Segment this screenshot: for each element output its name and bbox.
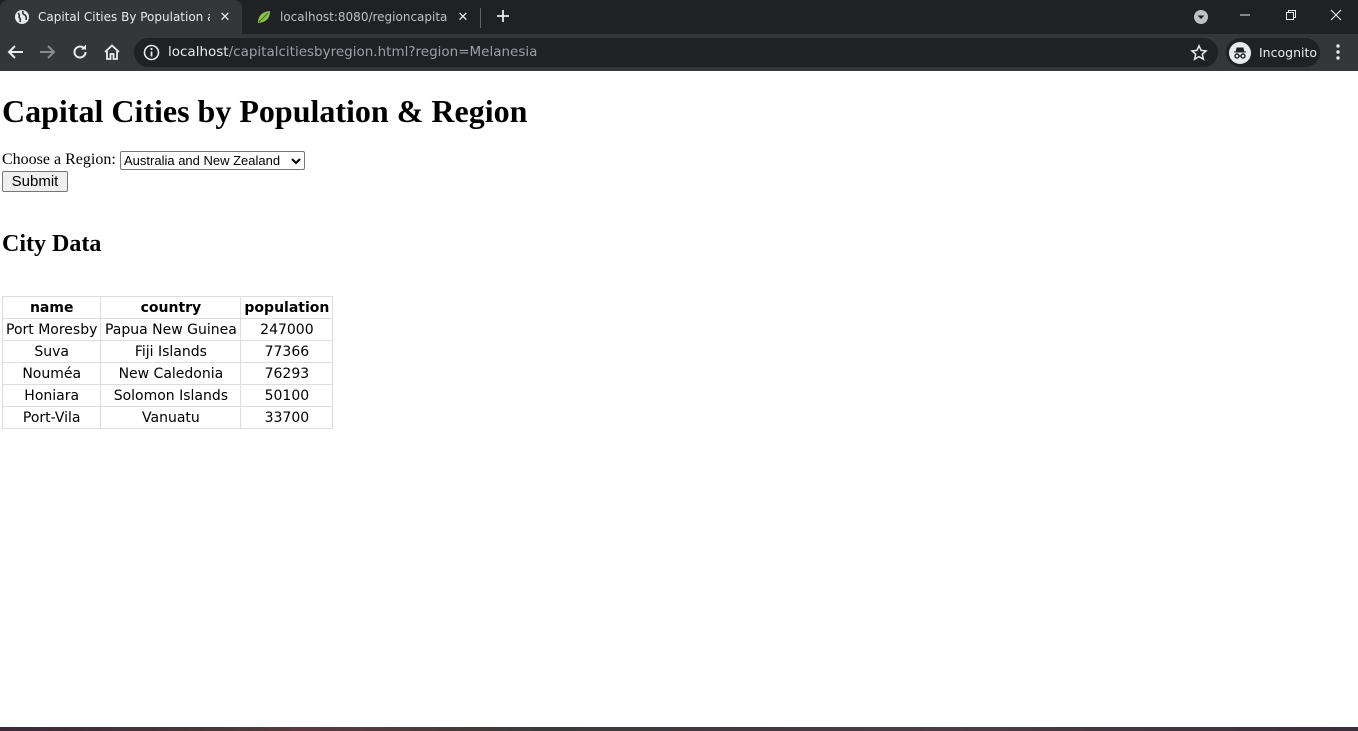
kebab-menu-icon xyxy=(1336,44,1340,60)
table-row: Suva Fiji Islands 77366 xyxy=(1,340,334,363)
tab-title: Capital Cities By Population and Region xyxy=(38,10,210,24)
browser-menu-button[interactable] xyxy=(1328,42,1348,62)
home-icon xyxy=(104,44,120,60)
reload-icon xyxy=(73,44,87,59)
tab-strip: Capital Cities By Population and Region … xyxy=(0,0,1358,34)
table-row: Port-Vila Vanuatu 33700 xyxy=(1,406,334,429)
chevron-down-icon xyxy=(291,157,301,164)
cell-country: Papua New Guinea xyxy=(100,318,242,341)
cell-name: Honiara xyxy=(1,384,102,407)
reload-button[interactable] xyxy=(70,42,90,62)
url-text[interactable]: localhost/capitalcitiesbyregion.html?reg… xyxy=(168,38,537,67)
submit-button[interactable]: Submit xyxy=(2,171,68,192)
cell-name: Port Moresby xyxy=(1,318,102,341)
incognito-label: Incognito xyxy=(1259,45,1318,60)
globe-icon xyxy=(15,10,29,24)
minimize-button[interactable] xyxy=(1222,0,1268,30)
tab-title: localhost:8080/regioncapitalcities xyxy=(280,10,448,24)
section-title: City Data xyxy=(2,231,102,257)
tab-separator xyxy=(480,8,481,28)
cell-population: 50100 xyxy=(240,384,334,407)
tab-region-capital-cities[interactable]: localhost:8080/regioncapitalcities ✕ xyxy=(242,0,480,34)
home-button[interactable] xyxy=(102,42,122,62)
page-content: Capital Cities by Population & Region Ch… xyxy=(0,71,1358,727)
tab-capital-cities[interactable]: Capital Cities By Population and Region … xyxy=(0,0,242,34)
url-host: localhost xyxy=(168,44,229,60)
close-window-button[interactable] xyxy=(1313,0,1358,30)
close-icon xyxy=(1330,9,1342,21)
table-header-row: name country population xyxy=(1,296,334,319)
region-select[interactable]: Australia and New Zealand xyxy=(120,151,305,170)
address-bar[interactable]: localhost/capitalcitiesbyregion.html?reg… xyxy=(134,38,1218,67)
back-arrow-icon xyxy=(7,45,23,59)
forward-arrow-icon xyxy=(40,45,56,59)
cell-population: 33700 xyxy=(240,406,334,429)
cell-name: Nouméa xyxy=(1,362,102,385)
cell-name: Port-Vila xyxy=(1,406,102,429)
table-row: Port Moresby Papua New Guinea 247000 xyxy=(1,318,334,341)
restore-icon xyxy=(1286,10,1296,20)
back-button[interactable] xyxy=(6,42,26,62)
minimize-icon xyxy=(1240,14,1250,16)
close-tab-icon[interactable]: ✕ xyxy=(216,8,234,26)
cell-name: Suva xyxy=(1,340,102,363)
cell-population: 77366 xyxy=(240,340,334,363)
cell-country: Solomon Islands xyxy=(100,384,242,407)
column-header-population: population xyxy=(240,296,334,319)
table-row: Honiara Solomon Islands 50100 xyxy=(1,384,334,407)
info-icon[interactable] xyxy=(143,44,160,61)
cell-country: New Caledonia xyxy=(100,362,242,385)
table-row: Nouméa New Caledonia 76293 xyxy=(1,362,334,385)
cell-country: Fiji Islands xyxy=(100,340,242,363)
restore-button[interactable] xyxy=(1268,0,1314,30)
page-title: Capital Cities by Population & Region xyxy=(2,93,528,129)
city-data-table: name country population Port Moresby Pap… xyxy=(1,296,334,429)
incognito-profile-button[interactable]: Incognito xyxy=(1226,38,1320,67)
region-label: Choose a Region: xyxy=(2,151,116,168)
close-tab-icon[interactable]: ✕ xyxy=(454,8,472,26)
cell-population: 76293 xyxy=(240,362,334,385)
bookmark-star-icon[interactable] xyxy=(1190,44,1208,62)
cell-population: 247000 xyxy=(240,318,334,341)
region-select-value: Australia and New Zealand xyxy=(124,153,281,168)
cell-country: Vanuatu xyxy=(100,406,242,429)
new-tab-button[interactable] xyxy=(492,5,514,27)
browser-toolbar: localhost/capitalcitiesbyregion.html?reg… xyxy=(0,34,1358,71)
spring-leaf-icon xyxy=(258,11,270,23)
tab-search-dropdown-icon[interactable] xyxy=(1192,8,1210,26)
url-path: /capitalcitiesbyregion.html?region=Melan… xyxy=(228,44,538,60)
column-header-country: country xyxy=(100,296,242,319)
column-header-name: name xyxy=(1,296,102,319)
plus-icon xyxy=(497,10,509,22)
forward-button[interactable] xyxy=(37,42,57,62)
taskbar-edge xyxy=(0,727,1358,731)
incognito-icon xyxy=(1229,41,1251,64)
